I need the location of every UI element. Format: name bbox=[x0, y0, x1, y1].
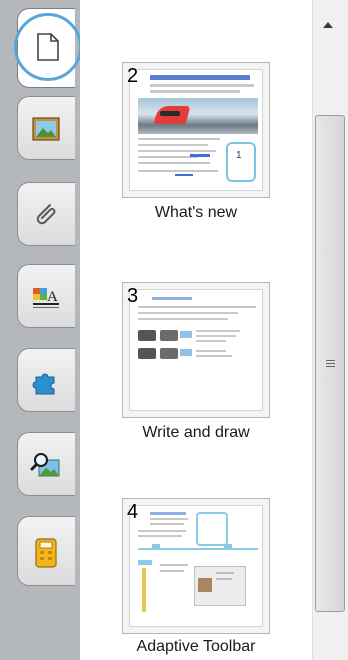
page-thumbnail-3[interactable]: 3 bbox=[122, 282, 270, 418]
page-caption: Adaptive Toolbar bbox=[136, 638, 256, 655]
page-caption: What's new bbox=[154, 204, 238, 221]
highlight-ring bbox=[14, 13, 82, 81]
tab-properties[interactable]: A bbox=[17, 264, 75, 328]
tab-gallery[interactable] bbox=[17, 96, 75, 160]
page-preview bbox=[129, 505, 263, 627]
page-sorter-panel: 1 2 What's new 3 Write and draw 4 Adapti… bbox=[80, 0, 312, 660]
tab-addons[interactable] bbox=[17, 348, 75, 412]
properties-icon: A bbox=[33, 288, 59, 308]
sidebar-tab-strip: A bbox=[0, 0, 82, 660]
page-number: 2 bbox=[127, 65, 139, 87]
grip-line bbox=[326, 360, 335, 361]
scroll-up-arrow-icon[interactable] bbox=[323, 22, 333, 28]
tab-response[interactable] bbox=[17, 516, 75, 586]
puzzle-icon bbox=[32, 373, 55, 395]
page-caption: Write and draw bbox=[142, 424, 250, 441]
page-thumbnail-4[interactable]: 4 bbox=[122, 498, 270, 634]
page-number: 3 bbox=[127, 285, 139, 307]
picture-icon bbox=[32, 117, 60, 141]
grip-line bbox=[326, 363, 335, 364]
page-thumbnail-2[interactable]: 1 2 bbox=[122, 62, 270, 198]
clicker-icon bbox=[35, 538, 57, 568]
page-number: 4 bbox=[127, 501, 139, 523]
vertical-scrollbar[interactable] bbox=[312, 0, 348, 660]
paperclip-icon bbox=[36, 204, 56, 225]
page-preview bbox=[129, 289, 263, 411]
svg-text:A: A bbox=[47, 289, 58, 305]
tab-attachments[interactable] bbox=[17, 182, 75, 246]
grip-line bbox=[326, 366, 335, 367]
page-preview: 1 bbox=[129, 69, 263, 191]
scrollbar-thumb[interactable] bbox=[315, 115, 345, 612]
search-image-icon bbox=[30, 453, 60, 477]
tab-lesson-activity[interactable] bbox=[17, 432, 75, 496]
